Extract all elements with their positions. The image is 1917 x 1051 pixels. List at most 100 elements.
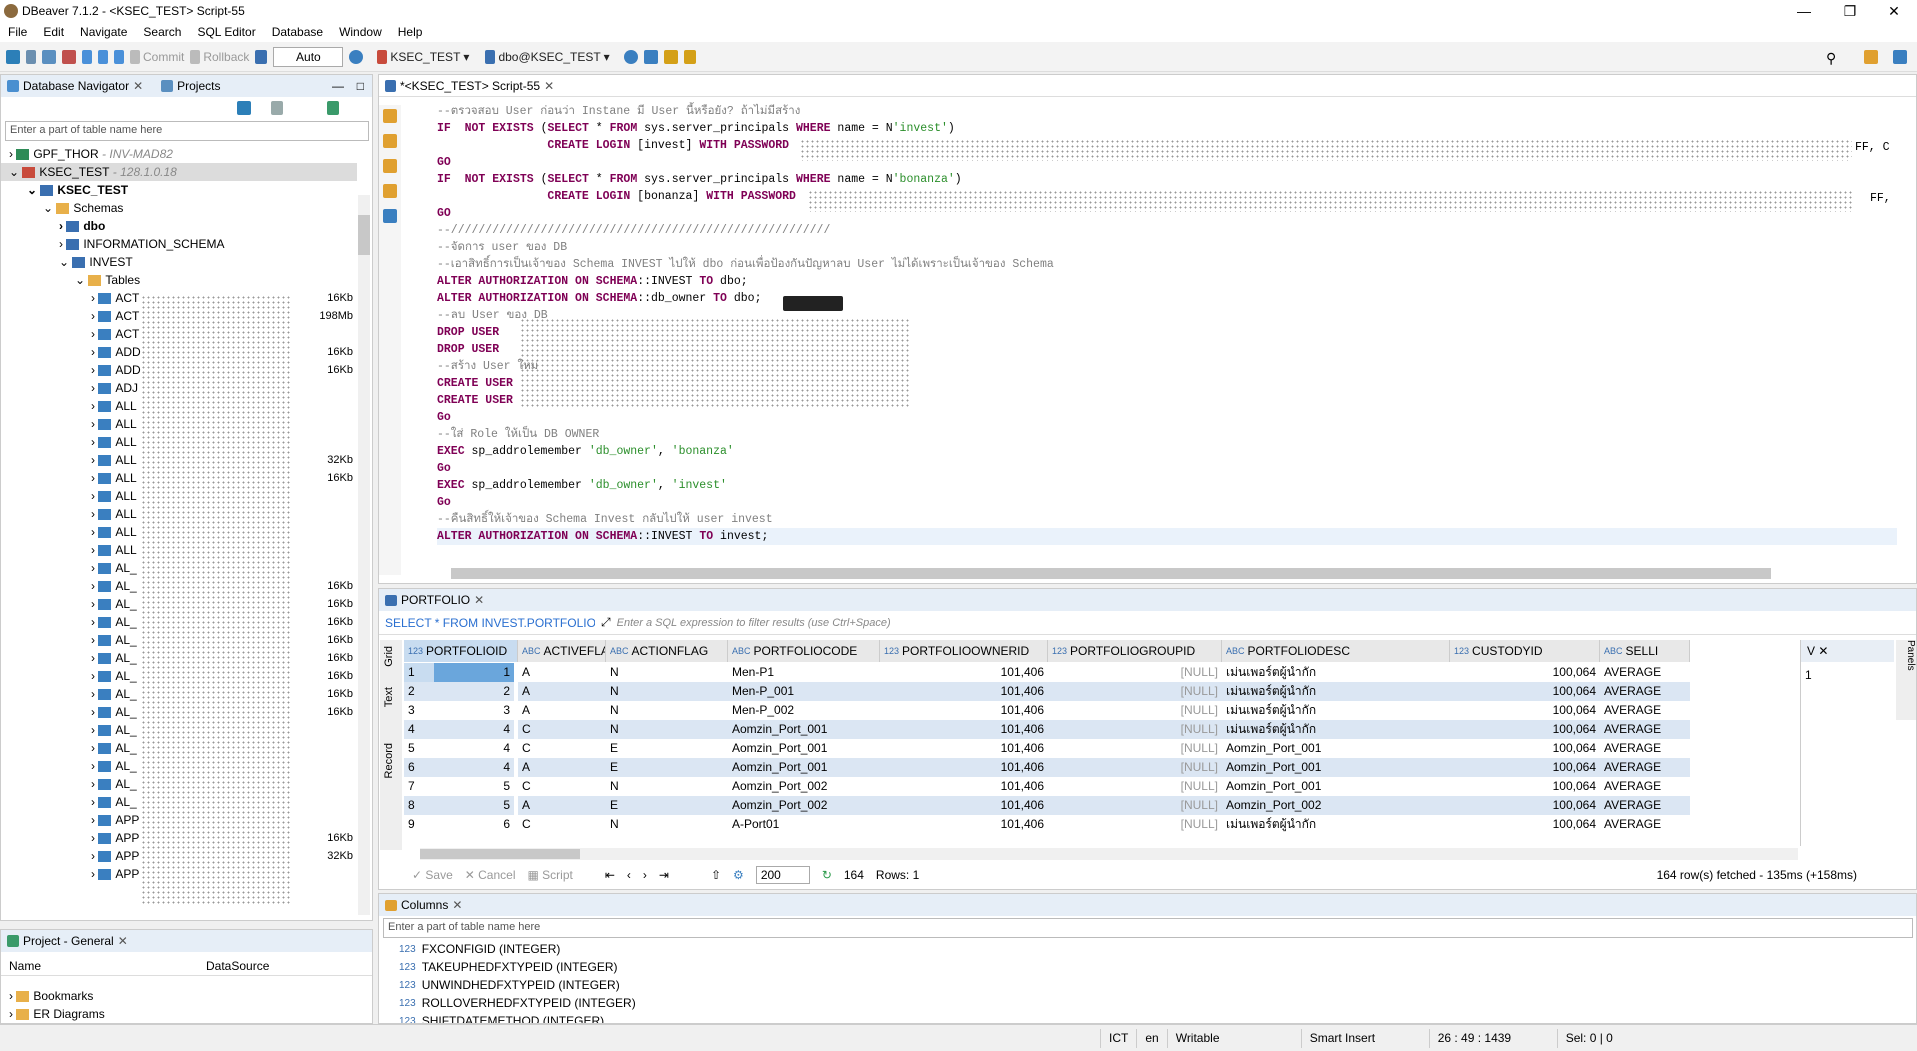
code-line[interactable]: CREATE LOGIN [bonanza] WITH PASSWORD <box>437 188 796 205</box>
record-view-tab[interactable]: Record <box>380 721 398 800</box>
tree-connection-gpf-thor[interactable]: › GPF_THOR - INV-MAD82 <box>9 145 173 163</box>
column-list-item[interactable]: 123 SHIFTDATEMETHOD (INTEGER) <box>379 1012 1916 1023</box>
table-cell[interactable]: A <box>518 663 606 682</box>
column-header[interactable]: 123 CUSTODYID <box>1450 640 1600 662</box>
code-line[interactable]: CREATE LOGIN [invest] WITH PASSWORD <box>437 137 789 154</box>
table-cell[interactable]: 101,406 <box>880 796 1048 815</box>
table-cell[interactable]: Aomzin_Port_001 <box>728 739 880 758</box>
table-cell[interactable]: [NULL] <box>1048 815 1222 834</box>
table-cell[interactable]: AVERAGE <box>1600 663 1690 682</box>
table-cell[interactable]: E <box>606 758 728 777</box>
minimize-button[interactable]: — <box>1781 0 1827 22</box>
code-line[interactable]: --ใส่ Role ให้เป็น DB OWNER <box>437 426 599 443</box>
explain-icon[interactable] <box>383 159 397 173</box>
menu-window[interactable]: Window <box>331 25 390 39</box>
dbeaver-perspective-icon[interactable] <box>1893 50 1907 64</box>
row-number[interactable]: 7 <box>404 777 434 796</box>
history-icon[interactable] <box>349 49 364 64</box>
close-icon[interactable]: ✕ <box>474 593 484 607</box>
scroll-thumb[interactable] <box>358 215 370 255</box>
dashboard-icon[interactable] <box>623 49 638 64</box>
table-cell[interactable]: Aomzin_Port_002 <box>728 796 880 815</box>
tab-portfolio[interactable]: PORTFOLIO <box>401 593 470 607</box>
row-number[interactable]: 2 <box>404 682 434 701</box>
code-line[interactable]: ALTER AUTHORIZATION ON SCHEMA::INVEST TO… <box>437 273 748 290</box>
table-cell[interactable]: 101,406 <box>880 739 1048 758</box>
code-line[interactable]: --เอาสิทธิ์การเป็นเจ้าของ Schema INVEST … <box>437 256 1054 273</box>
table-cell[interactable]: A <box>518 701 606 720</box>
tab-script-55[interactable]: *<KSEC_TEST> Script-55 <box>400 79 540 93</box>
table-cell[interactable]: 100,064 <box>1450 739 1600 758</box>
sql-icon[interactable] <box>114 49 124 64</box>
next-page-icon[interactable]: › <box>643 868 647 882</box>
code-line[interactable]: ALTER AUTHORIZATION ON SCHEMA::db_owner … <box>437 290 761 307</box>
table-cell[interactable]: 101,406 <box>880 815 1048 834</box>
table-cell[interactable]: 4 <box>434 758 514 777</box>
connect-icon[interactable] <box>42 49 56 64</box>
tab-database-navigator[interactable]: Database Navigator <box>23 79 129 93</box>
table-cell[interactable]: [NULL] <box>1048 796 1222 815</box>
active-connection-selector[interactable]: KSEC_TEST ▾ <box>377 49 469 64</box>
table-cell[interactable]: AVERAGE <box>1600 720 1690 739</box>
erd-icon[interactable] <box>643 49 658 64</box>
close-icon[interactable]: ✕ <box>133 79 143 93</box>
code-line[interactable]: EXEC sp_addrolemember 'db_owner', 'bonan… <box>437 443 734 460</box>
tree-tables-folder[interactable]: ⌄ Tables <box>75 271 140 289</box>
menu-sql-editor[interactable]: SQL Editor <box>189 25 263 39</box>
column-header[interactable]: ABC ACTIONFLAG <box>606 640 728 662</box>
tree-database-ksec-test[interactable]: ⌄ KSEC_TEST <box>27 181 128 199</box>
code-line[interactable]: IF NOT EXISTS (SELECT * FROM sys.server_… <box>437 171 962 188</box>
maximize-button[interactable]: ❐ <box>1827 0 1873 22</box>
table-cell[interactable]: AVERAGE <box>1600 739 1690 758</box>
code-line[interactable]: IF NOT EXISTS (SELECT * FROM sys.server_… <box>437 120 955 137</box>
column-header[interactable]: 123 PORTFOLIOID <box>404 640 518 662</box>
table-cell[interactable]: AVERAGE <box>1600 682 1690 701</box>
table-cell[interactable]: N <box>606 815 728 834</box>
table-cell[interactable]: C <box>518 815 606 834</box>
tab-project-general[interactable]: Project - General <box>23 934 114 948</box>
column-header[interactable]: ABC ACTIVEFLAG <box>518 640 606 662</box>
tree-schemas-folder[interactable]: ⌄ Schemas <box>43 199 123 217</box>
table-cell[interactable]: [NULL] <box>1048 682 1222 701</box>
table-cell[interactable]: C <box>518 720 606 739</box>
table-cell[interactable]: [NULL] <box>1048 777 1222 796</box>
perspective-icon[interactable] <box>1864 50 1878 64</box>
execute-script-icon[interactable] <box>383 134 397 148</box>
table-cell[interactable]: A <box>518 796 606 815</box>
search-icon[interactable]: ⚲ <box>1826 50 1836 67</box>
menu-help[interactable]: Help <box>390 25 431 39</box>
column-list-item[interactable]: 123 ROLLOVERHEDFXTYPEID (INTEGER) <box>379 994 1916 1012</box>
table-cell[interactable]: E <box>606 739 728 758</box>
table-cell[interactable]: AVERAGE <box>1600 815 1690 834</box>
close-icon[interactable]: ✕ <box>544 79 554 93</box>
table-cell[interactable]: 4 <box>434 739 514 758</box>
table-cell[interactable]: 100,064 <box>1450 663 1600 682</box>
table-cell[interactable]: Aomzin_Port_001 <box>1222 739 1450 758</box>
table-cell[interactable]: N <box>606 682 728 701</box>
table-cell[interactable]: 3 <box>434 701 514 720</box>
fetch-size-input[interactable]: 200 <box>755 866 810 884</box>
row-number[interactable]: 1 <box>404 663 434 682</box>
table-cell[interactable]: Aomzin_Port_001 <box>1222 758 1450 777</box>
rollback-button[interactable]: Rollback <box>190 49 249 64</box>
table-cell[interactable]: AVERAGE <box>1600 796 1690 815</box>
table-cell[interactable]: N <box>606 777 728 796</box>
new-connection-icon[interactable] <box>6 49 20 64</box>
code-line[interactable]: Go <box>437 409 451 426</box>
scroll-thumb[interactable] <box>420 849 580 859</box>
column-list-item[interactable]: 123 FXCONFIGID (INTEGER) <box>379 940 1916 958</box>
column-header[interactable]: 123 PORTFOLIOOWNERID <box>880 640 1048 662</box>
table-cell[interactable]: เม่นเพอร์ตผู้นำกัก <box>1222 815 1450 834</box>
table-cell[interactable]: 100,064 <box>1450 682 1600 701</box>
column-header[interactable]: 123 PORTFOLIOGROUPID <box>1048 640 1222 662</box>
code-line[interactable]: CREATE USER <box>437 392 513 409</box>
table-cell[interactable]: AVERAGE <box>1600 758 1690 777</box>
table-cell[interactable]: Aomzin_Port_001 <box>728 720 880 739</box>
collapse-icon[interactable] <box>271 101 283 115</box>
tab-columns[interactable]: Columns <box>401 898 448 912</box>
code-line[interactable]: GO <box>437 154 451 171</box>
table-cell[interactable]: เม่นเพอร์ตผู้นำกัก <box>1222 720 1450 739</box>
code-line[interactable]: --จัดการ user ของ DB <box>437 239 567 256</box>
column-list-item[interactable]: 123 TAKEUPHEDFXTYPEID (INTEGER) <box>379 958 1916 976</box>
code-line[interactable]: EXEC sp_addrolemember 'db_owner', 'inves… <box>437 477 727 494</box>
